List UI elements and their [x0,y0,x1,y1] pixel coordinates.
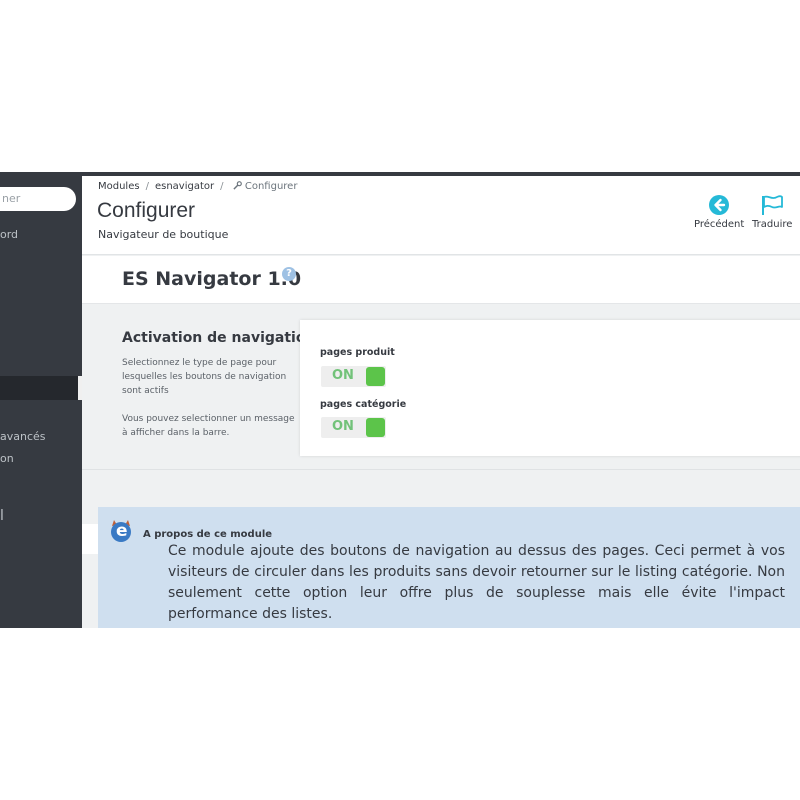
about-text: Ce module ajoute des boutons de navigati… [168,543,785,622]
help-icon[interactable]: ? [282,267,296,281]
wrench-icon [229,181,244,192]
sidebar-item-advanced[interactable]: avancés [0,430,46,443]
arrow-left-circle-icon [694,194,744,216]
page-header: Modules / esnavigator / Configurer Configur… [82,176,800,255]
about-module-panel: e A propos de ce module Ce module ajoute… [98,507,800,628]
sidebar: ner ord avancés on l [0,176,82,628]
config-form-card: pages produit ON pages catégorie ON [300,320,800,456]
flag-icon [752,194,792,216]
sidebar-search-input[interactable]: ner [0,187,76,211]
translate-button-label: Traduire [752,219,793,230]
category-pages-label: pages catégorie [320,399,407,410]
breadcrumb-modules[interactable]: Modules [98,181,140,192]
section-description: Selectionnez le type de page pour lesque… [122,356,302,440]
description-text: Vous pouvez selectionner un message à af… [122,414,295,438]
app-window: ner ord avancés on l Modules / esnavigator… [0,172,800,628]
toggle-knob [366,418,385,437]
back-button[interactable]: Précédent [694,194,744,230]
sidebar-item-active[interactable] [0,376,78,400]
breadcrumb: Modules / esnavigator / Configurer [98,181,297,192]
description-text: Selectionnez le type de page pour lesque… [122,358,287,396]
section-title: Activation de navigation [122,330,316,346]
breadcrumb-separator: / [145,181,149,192]
breadcrumb-separator: / [220,181,224,192]
toggle-state: ON [332,368,354,383]
module-title: ES Navigator 1.0 [122,268,302,290]
category-pages-toggle[interactable]: ON [321,417,386,438]
module-logo-icon: e [108,517,134,543]
page-title: Configurer [97,199,196,222]
breadcrumb-esnavigator[interactable]: esnavigator [155,181,214,192]
product-pages-label: pages produit [320,347,395,358]
toggle-knob [366,367,385,386]
sidebar-item-dashboard[interactable]: ord [0,228,18,241]
sidebar-item-on[interactable]: on [0,452,14,465]
logo-letter: e [116,521,128,541]
sidebar-item-l[interactable]: l [0,508,4,524]
module-header: ES Navigator 1.0 ? [82,256,800,304]
product-pages-toggle[interactable]: ON [321,366,386,387]
navigation-config-section: Activation de navigation Selectionnez le… [82,304,800,470]
translate-button[interactable]: Traduire [752,194,792,230]
page-subtitle: Navigateur de boutique [98,228,229,241]
back-button-label: Précédent [694,219,745,230]
about-title: A propos de ce module [143,529,273,540]
toggle-state: ON [332,419,354,434]
breadcrumb-configurer: Configurer [244,181,298,192]
